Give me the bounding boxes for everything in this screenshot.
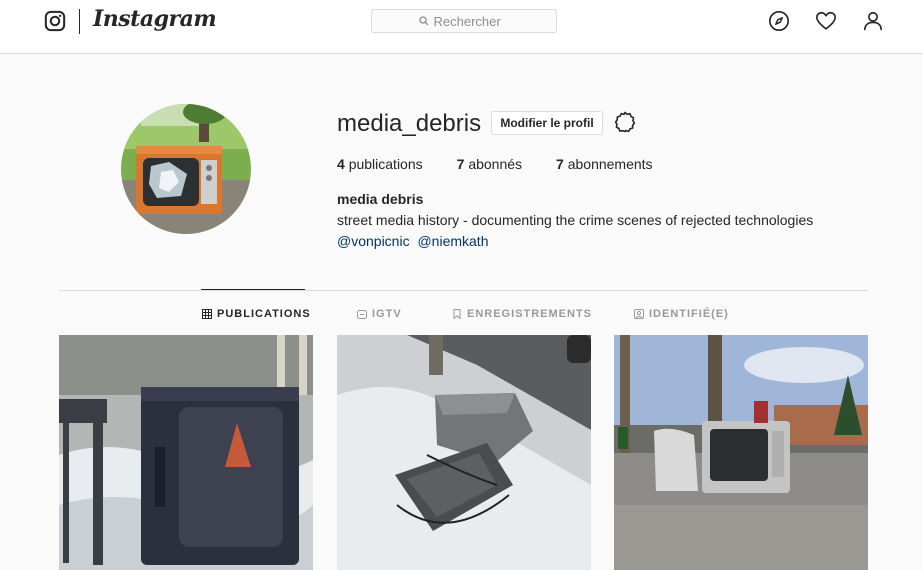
post-thumbnail[interactable] [59,335,313,570]
profile-bio: street media history - documenting the c… [337,212,814,228]
bookmark-icon [453,309,461,319]
stat-label: publications [348,156,423,172]
tagged-icon [634,309,644,319]
mention-link[interactable]: @vonpicnic [337,233,410,249]
stat-count: 4 [337,156,345,172]
compass-icon[interactable] [768,10,790,32]
tab-label: ENREGISTREMENTS [467,308,593,320]
tab-label: PUBLICATIONS [217,308,311,320]
stat-label: abonnements [567,156,653,172]
instagram-glyph-icon[interactable] [44,10,66,32]
stat-count: 7 [456,156,465,172]
user-icon[interactable] [862,10,884,32]
instagram-wordmark[interactable]: Instagram [93,6,217,32]
tab-publications[interactable]: PUBLICATIONS [202,307,311,321]
profile-avatar[interactable] [121,104,251,234]
post-thumbnail[interactable] [337,335,591,570]
search-input[interactable] [433,13,510,29]
post-image [59,335,313,570]
mention-link[interactable]: @niemkath [417,233,488,249]
search-icon [418,16,428,26]
tabs-divider [59,290,868,291]
tab-label: IGTV [372,308,402,320]
edit-profile-button[interactable]: Modifier le profil [491,111,603,135]
stat-followers[interactable]: 7 abonnés [457,156,522,172]
search-box[interactable] [371,9,557,33]
profile-mentions: @vonpicnic @niemkath [337,233,493,249]
stat-publications[interactable]: 4 publications [337,156,423,172]
post-image [337,335,591,570]
top-nav: Instagram [0,0,923,54]
grid-icon [202,309,212,319]
profile-stats: 4 publications 7 abonnés 7 abonnements [337,156,687,172]
active-tab-indicator [201,289,305,290]
post-image [614,335,868,570]
tab-label: IDENTIFIÉ(E) [649,308,729,320]
profile-full-name: media debris [337,191,424,207]
stat-following[interactable]: 7 abonnements [556,156,653,172]
settings-gear-icon[interactable] [613,110,637,134]
tab-igtv[interactable]: IGTV [357,307,402,321]
tab-saved[interactable]: ENREGISTREMENTS [452,307,592,321]
profile-username: media_debris [337,110,482,137]
tab-tagged[interactable]: IDENTIFIÉ(E) [634,307,729,321]
stat-count: 7 [556,156,564,172]
igtv-icon [357,310,367,319]
post-thumbnail[interactable] [614,335,868,570]
logo-divider [79,9,80,34]
stat-label: abonnés [468,156,523,172]
heart-icon[interactable] [815,10,837,32]
